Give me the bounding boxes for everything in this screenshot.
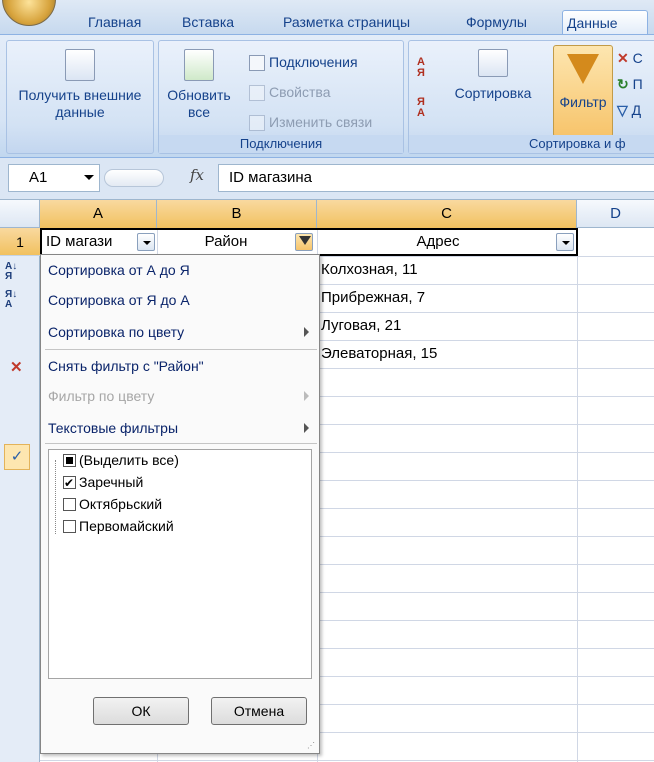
office-button[interactable] — [2, 0, 56, 26]
clear-button[interactable]: ✕ С — [617, 47, 643, 69]
get-external-data-button[interactable]: Получить внешние данные — [9, 49, 151, 121]
external-data-icon — [65, 49, 95, 81]
clear-filter-menu-icon: ✕ — [10, 359, 23, 376]
advanced-button[interactable]: ▽ Д — [617, 99, 641, 121]
tab-formulas[interactable]: Формулы — [462, 10, 531, 34]
cell-c3[interactable]: Прибрежная, 7 — [321, 284, 575, 312]
reapply-button[interactable]: ↻ П — [617, 73, 643, 95]
formula-input[interactable]: ID магазина — [218, 164, 654, 192]
cell-c1[interactable]: Адрес — [320, 228, 556, 256]
checkbox-oktyabrsky[interactable] — [63, 498, 76, 511]
refresh-icon — [184, 49, 214, 81]
group-connections: Обновить все Подключения Свойства Измени… — [158, 40, 404, 154]
connections-button[interactable]: Подключения — [249, 51, 358, 73]
submenu-arrow-icon — [304, 327, 309, 337]
sort-button[interactable]: Сортировка — [445, 49, 541, 102]
value-checklist[interactable]: (Выделить все) Заречный Октябрьский Перв… — [48, 449, 312, 679]
tree-line — [55, 460, 56, 534]
column-headers: A B C D — [0, 200, 654, 228]
cell-a1[interactable]: ID магази — [46, 228, 136, 256]
column-header-a[interactable]: A — [40, 200, 157, 228]
checkbox-zarechny[interactable] — [63, 473, 76, 493]
dropdown-arrow-icon — [562, 241, 570, 245]
checklist-item[interactable]: Октябрьский — [63, 494, 162, 514]
row-header-1[interactable]: 1 — [0, 228, 40, 256]
group-label-sort-filter: Сортировка и ф — [409, 135, 654, 153]
tab-insert[interactable]: Вставка — [178, 10, 238, 34]
sort-az-icon[interactable]: АЯ — [417, 57, 425, 79]
filter-button[interactable]: Фильтр — [553, 45, 613, 137]
properties-button[interactable]: Свойства — [249, 81, 330, 103]
filter-dropdown-a[interactable] — [137, 233, 155, 251]
cell-c2[interactable]: Колхозная, 11 — [321, 256, 575, 284]
checklist-select-all[interactable]: (Выделить все) — [63, 450, 179, 470]
resize-grip-icon[interactable]: ⋰ — [307, 741, 317, 751]
group-external-data: Получить внешние данные — [6, 40, 154, 154]
checklist-item[interactable]: Заречный — [63, 472, 143, 493]
menu-text-filters[interactable]: Текстовые фильтры — [41, 413, 319, 443]
select-all-corner[interactable] — [0, 200, 40, 228]
connections-icon — [249, 55, 265, 72]
checkbox-select-all[interactable] — [63, 454, 76, 467]
column-header-b[interactable]: B — [157, 200, 317, 228]
formula-bar-splitter[interactable] — [104, 169, 164, 187]
refresh-all-button[interactable]: Обновить все — [163, 49, 235, 121]
sort-desc-menu-icon: Я↓ А — [5, 289, 18, 310]
formula-bar: A1 fx ID магазина — [0, 158, 654, 200]
properties-icon — [249, 85, 265, 102]
insert-function-icon[interactable]: fx — [190, 166, 204, 184]
ok-button[interactable]: ОК — [93, 697, 189, 725]
cell-c4[interactable]: Луговая, 21 — [321, 312, 575, 340]
dropdown-arrow-icon — [143, 241, 151, 245]
sort-asc-menu-icon: А↓ Я — [5, 261, 18, 282]
menu-clear-filter[interactable]: Снять фильтр с "Район" — [41, 351, 319, 381]
autofilter-menu: Сортировка от А до Я Сортировка от Я до … — [40, 254, 320, 754]
menu-separator — [45, 349, 317, 350]
cell-b1[interactable]: Район — [160, 228, 292, 256]
submenu-arrow-icon — [304, 391, 309, 401]
filter-dropdown-b[interactable] — [295, 233, 313, 251]
checklist-item[interactable]: Первомайский — [63, 516, 174, 536]
cancel-button[interactable]: Отмена — [211, 697, 307, 725]
name-box-dropdown-icon[interactable] — [84, 175, 94, 180]
grid-line — [577, 228, 578, 762]
checkbox-pervomaysky[interactable] — [63, 520, 76, 533]
group-label-connections: Подключения — [159, 135, 403, 153]
tab-home[interactable]: Главная — [84, 10, 145, 34]
tab-data[interactable]: Данные — [562, 10, 648, 34]
edit-links-button[interactable]: Изменить связи — [249, 111, 372, 133]
column-header-d[interactable]: D — [577, 200, 654, 228]
grid-line — [40, 760, 654, 761]
cell-c5[interactable]: Элеваторная, 15 — [321, 340, 575, 368]
menu-filter-by-color[interactable]: Фильтр по цвету — [41, 381, 319, 411]
filter-dropdown-c[interactable] — [556, 233, 574, 251]
group-sort-filter: АЯ ЯА Сортировка Фильтр ✕ С ↻ П ▽ Д Сорт… — [408, 40, 654, 154]
sort-za-icon[interactable]: ЯА — [417, 97, 425, 119]
menu-sort-desc[interactable]: Сортировка от Я до А — [41, 285, 319, 315]
column-header-c[interactable]: C — [317, 200, 577, 228]
submenu-arrow-icon — [304, 423, 309, 433]
checkmark-icon: ✓ — [4, 444, 30, 470]
filter-funnel-icon — [299, 236, 311, 245]
menu-sort-by-color[interactable]: Сортировка по цвету — [41, 317, 319, 347]
menu-separator — [45, 443, 317, 444]
links-icon — [249, 115, 265, 132]
funnel-icon — [567, 54, 599, 84]
row-headers: 1 А↓ Я Я↓ А ✕ ✓ — [0, 228, 40, 762]
tab-page-layout[interactable]: Разметка страницы — [279, 10, 414, 34]
ribbon-tab-bar: Главная Вставка Разметка страницы Формул… — [0, 0, 654, 36]
ribbon: Получить внешние данные Обновить все Под… — [0, 34, 654, 158]
menu-sort-asc[interactable]: Сортировка от А до Я — [41, 255, 319, 285]
sort-dialog-icon — [478, 49, 508, 77]
